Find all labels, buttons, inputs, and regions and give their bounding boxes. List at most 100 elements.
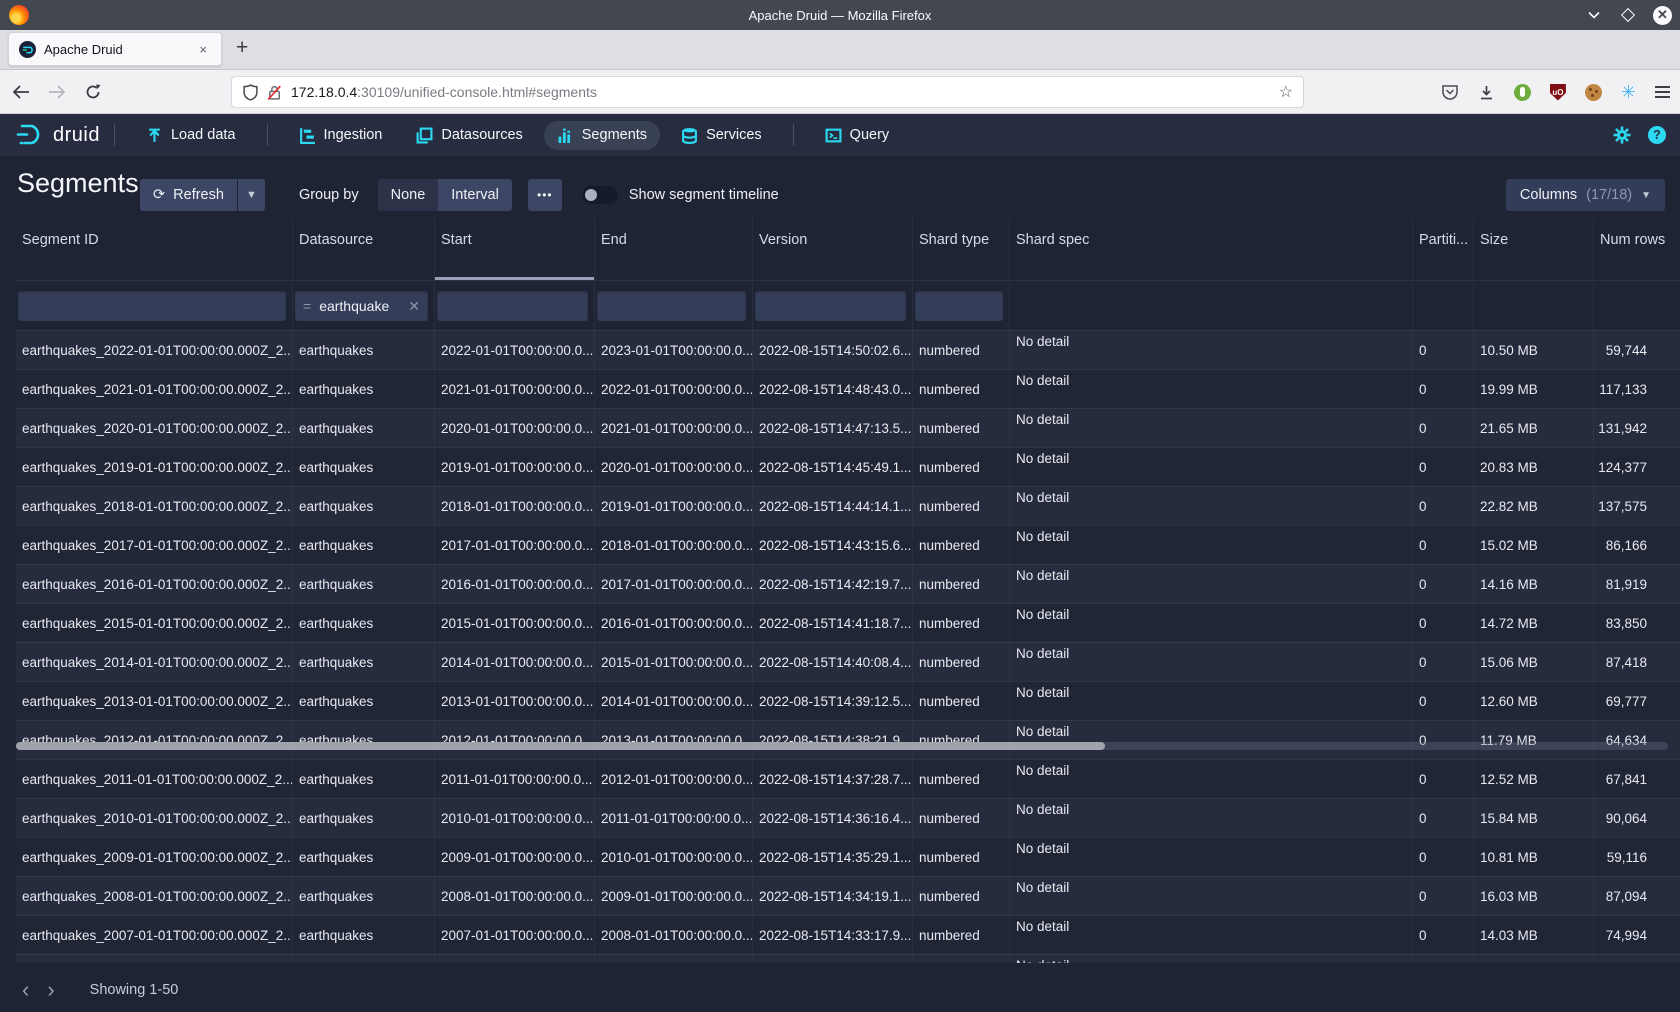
cell-datasource[interactable]: earthquakes — [293, 877, 435, 915]
cell-version[interactable]: 2022-08-15T14:48:43.0... — [753, 370, 913, 408]
help-icon[interactable]: ? — [1648, 126, 1666, 144]
column-header-shard_spec[interactable]: Shard spec — [1010, 218, 1413, 280]
cell-version[interactable]: 2022-08-15T14:44:14.1... — [753, 487, 913, 525]
cell-datasource[interactable]: earthquakes — [293, 487, 435, 525]
cell-end[interactable]: 2016-01-01T00:00:00.0... — [595, 604, 753, 642]
cell-segment_id[interactable]: earthquakes_2013-01-01T00:00:00.000Z_2..… — [16, 682, 293, 720]
cell-shard_type[interactable]: numbered — [913, 643, 1010, 681]
cell-start[interactable]: 2022-01-01T00:00:00.0... — [435, 331, 595, 369]
cell-datasource[interactable]: earthquakes — [293, 448, 435, 486]
cell-shard_type[interactable]: numbered — [913, 799, 1010, 837]
cell-shard_type[interactable]: numbered — [913, 448, 1010, 486]
cell-end[interactable]: 2009-01-01T00:00:00.0... — [595, 877, 753, 915]
cell-end[interactable]: 2021-01-01T00:00:00.0... — [595, 409, 753, 447]
column-header-partition[interactable]: Partiti... — [1413, 218, 1474, 280]
cell-datasource[interactable]: earthquakes — [293, 409, 435, 447]
druid-logo[interactable]: druid — [16, 122, 100, 148]
cell-start[interactable]: 2018-01-01T00:00:00.0... — [435, 487, 595, 525]
ublock-extension-icon[interactable]: uO — [1550, 84, 1566, 101]
cell-start[interactable]: 2015-01-01T00:00:00.0... — [435, 604, 595, 642]
cell-version[interactable]: 2022-08-15T14:33:17.9... — [753, 916, 913, 954]
cell-end[interactable]: 2011-01-01T00:00:00.0... — [595, 799, 753, 837]
cell-segment_id[interactable]: earthquakes_2011-01-01T00:00:00.000Z_2..… — [16, 760, 293, 798]
column-header-shard_type[interactable]: Shard type — [913, 218, 1010, 280]
cell-version[interactable]: 2022-08-15T14:37:28.7... — [753, 760, 913, 798]
horizontal-scrollbar[interactable] — [16, 742, 1668, 750]
extension-asterisk-icon[interactable]: ✳ — [1621, 83, 1636, 101]
cell-start[interactable]: 2007-01-01T00:00:00.0... — [435, 916, 595, 954]
cell-segment_id[interactable]: earthquakes_2015-01-01T00:00:00.000Z_2..… — [16, 604, 293, 642]
cell-datasource[interactable]: earthquakes — [293, 721, 435, 759]
back-icon[interactable] — [6, 77, 36, 107]
column-header-datasource[interactable]: Datasource — [293, 218, 435, 280]
cell-shard_type[interactable]: numbered — [913, 721, 1010, 759]
cell-start[interactable]: 2019-01-01T00:00:00.0... — [435, 448, 595, 486]
nav-item-services[interactable]: Services — [668, 121, 775, 150]
horizontal-scrollbar-thumb[interactable] — [16, 742, 1105, 750]
window-close-icon[interactable]: ✕ — [1653, 6, 1672, 25]
cell-segment_id[interactable]: earthquakes_2009-01-01T00:00:00.000Z_2..… — [16, 838, 293, 876]
url-bar[interactable]: 172.18.0.4:30109/unified-console.html#se… — [231, 76, 1304, 108]
cell-end[interactable]: 2017-01-01T00:00:00.0... — [595, 565, 753, 603]
cell-shard_type[interactable]: numbered — [913, 838, 1010, 876]
cell-shard_type[interactable]: numbered — [913, 331, 1010, 369]
cell-end[interactable]: 2013-01-01T00:00:00.0... — [595, 721, 753, 759]
cell-version[interactable]: 2022-08-15T14:45:49.1... — [753, 448, 913, 486]
cell-end[interactable]: 2022-01-01T00:00:00.0... — [595, 370, 753, 408]
cookie-extension-icon[interactable] — [1585, 84, 1602, 101]
datasource-filter-tag[interactable]: =earthquake✕ — [295, 291, 428, 321]
cell-datasource[interactable]: earthquakes — [293, 370, 435, 408]
cell-shard_type[interactable]: numbered — [913, 409, 1010, 447]
bookmark-star-icon[interactable]: ☆ — [1279, 82, 1293, 102]
cell-start[interactable]: 2016-01-01T00:00:00.0... — [435, 565, 595, 603]
cell-end[interactable]: 2023-01-01T00:00:00.0... — [595, 331, 753, 369]
cell-datasource[interactable]: earthquakes — [293, 916, 435, 954]
cell-version[interactable]: 2022-08-15T14:36:16.4... — [753, 799, 913, 837]
cell-datasource[interactable]: earthquakes — [293, 565, 435, 603]
columns-picker-button[interactable]: Columns (17/18) ▼ — [1506, 179, 1665, 211]
next-page-icon[interactable]: › — [38, 979, 63, 1001]
cell-version[interactable]: 2022-08-15T14:41:18.7... — [753, 604, 913, 642]
cell-segment_id[interactable]: earthquakes_2019-01-01T00:00:00.000Z_2..… — [16, 448, 293, 486]
column-header-size[interactable]: Size — [1474, 218, 1594, 280]
cell-start[interactable]: 2010-01-01T00:00:00.0... — [435, 799, 595, 837]
column-header-end[interactable]: End — [595, 218, 753, 280]
cell-start[interactable]: 2020-01-01T00:00:00.0... — [435, 409, 595, 447]
insecure-lock-icon[interactable] — [266, 84, 283, 101]
tab-apache-druid[interactable]: Apache Druid × — [8, 32, 222, 66]
cell-datasource[interactable]: earthquakes — [293, 331, 435, 369]
cell-start[interactable]: 2011-01-01T00:00:00.0... — [435, 760, 595, 798]
cell-version[interactable]: 2022-08-15T14:50:02.6... — [753, 331, 913, 369]
nav-item-query[interactable]: Query — [812, 121, 903, 150]
cell-datasource[interactable]: earthquakes — [293, 838, 435, 876]
cell-shard_type[interactable]: numbered — [913, 877, 1010, 915]
cell-shard_type[interactable]: numbered — [913, 370, 1010, 408]
filter-input-version[interactable] — [755, 291, 906, 321]
column-header-version[interactable]: Version — [753, 218, 913, 280]
cell-segment_id[interactable]: earthquakes_2018-01-01T00:00:00.000Z_2..… — [16, 487, 293, 525]
cell-start[interactable]: 2021-01-01T00:00:00.0... — [435, 370, 595, 408]
cell-version[interactable]: 2022-08-15T14:40:08.4... — [753, 643, 913, 681]
nav-item-load-data[interactable]: Load data — [133, 121, 249, 150]
column-header-start[interactable]: Start — [435, 218, 595, 280]
cell-segment_id[interactable]: earthquakes_2022-01-01T00:00:00.000Z_2..… — [16, 331, 293, 369]
cell-end[interactable]: 2018-01-01T00:00:00.0... — [595, 526, 753, 564]
nav-item-datasources[interactable]: Datasources — [403, 121, 535, 150]
filter-input-shard_type[interactable] — [915, 291, 1003, 321]
forward-icon[interactable] — [42, 77, 72, 107]
column-header-segment_id[interactable]: Segment ID — [16, 218, 293, 280]
cell-end[interactable]: 2015-01-01T00:00:00.0... — [595, 643, 753, 681]
nav-item-ingestion[interactable]: Ingestion — [286, 121, 396, 150]
filter-input-start[interactable] — [437, 291, 588, 321]
cell-version[interactable]: 2022-08-15T14:47:13.5... — [753, 409, 913, 447]
cell-shard_type[interactable]: numbered — [913, 760, 1010, 798]
group-by-none-button[interactable]: None — [378, 179, 439, 211]
cell-datasource[interactable]: earthquakes — [293, 682, 435, 720]
cell-shard_type[interactable]: numbered — [913, 487, 1010, 525]
filter-input-end[interactable] — [597, 291, 746, 321]
settings-gear-icon[interactable] — [1612, 125, 1632, 145]
window-maximize-icon[interactable] — [1619, 6, 1637, 24]
cell-end[interactable]: 2008-01-01T00:00:00.0... — [595, 916, 753, 954]
cell-shard_type[interactable]: numbered — [913, 526, 1010, 564]
cell-shard_type[interactable]: numbered — [913, 565, 1010, 603]
